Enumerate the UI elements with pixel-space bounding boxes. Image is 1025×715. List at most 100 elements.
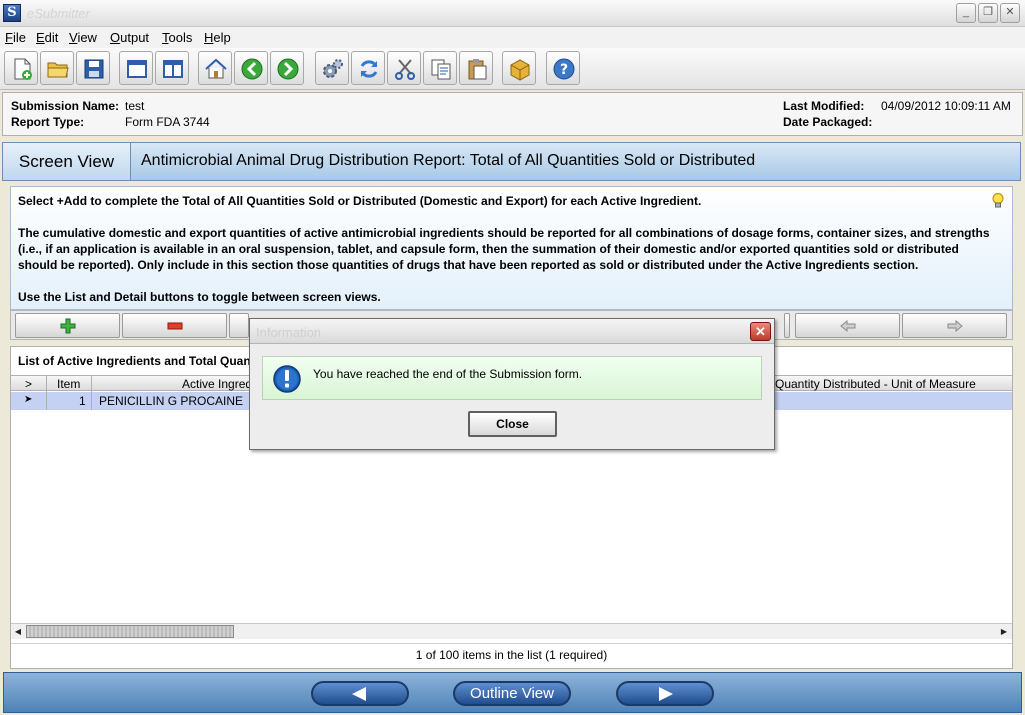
paste-icon [468,59,487,80]
submission-name-label: Submission Name: [11,99,120,113]
row-active-ingredient: PENICILLIN G PROCAINE [99,394,244,408]
open-folder-button[interactable] [40,51,74,85]
home-button[interactable] [198,51,232,85]
plus-icon [60,318,75,333]
instructions-panel: Select +Add to complete the Total of All… [10,186,1013,310]
lightbulb-icon[interactable] [992,193,1004,209]
next-screen-button[interactable] [616,681,714,706]
window-titlebar: S eSubmitter _ ❐ ✕ [0,0,1025,27]
dialog-titlebar: Information ✕ [250,319,774,344]
column-item[interactable]: Item [57,377,80,391]
scrollbar-thumb[interactable] [26,625,234,638]
report-type-value: Form FDA 3744 [125,115,210,129]
bottom-navigation: Outline View [3,672,1022,713]
forward-button[interactable] [270,51,304,85]
dialog-title: Information [256,325,322,340]
column-active-ingredient[interactable]: Active Ingred [182,377,252,391]
menu-help[interactable]: Help [204,30,231,45]
last-modified-value: 04/09/2012 10:09:11 AM [881,99,1011,113]
split-view-button[interactable] [155,51,189,85]
back-button[interactable] [234,51,268,85]
new-document-button[interactable] [4,51,38,85]
help-icon: ? [553,58,575,80]
dialog-close-x-button[interactable]: ✕ [750,322,771,341]
save-icon [84,59,104,79]
back-arrow-icon [241,58,263,80]
information-dialog: Information ✕ You have reached the end o… [249,318,775,450]
app-logo-icon: S [3,4,21,22]
column-divider [46,376,47,392]
add-button[interactable] [15,313,120,338]
report-type-label: Report Type: [11,115,85,129]
previous-item-button[interactable] [795,313,900,338]
menu-edit[interactable]: Edit [36,30,58,45]
menu-tools[interactable]: Tools [162,30,192,45]
back-arrow-icon [352,687,366,701]
submission-header: Submission Name: test Report Type: Form … [2,92,1023,136]
settings-button[interactable] [315,51,349,85]
right-arrow-icon [947,319,963,332]
window-icon [127,60,147,78]
menu-file[interactable]: File [5,30,26,45]
previous-screen-button[interactable] [311,681,409,706]
left-arrow-icon [839,319,855,332]
svg-text:?: ? [560,62,568,78]
dialog-close-button[interactable]: Close [468,411,557,437]
last-modified-label: Last Modified: [783,99,865,113]
menu-view[interactable]: View [69,30,97,45]
cut-icon [395,59,415,80]
open-folder-icon [47,62,69,78]
window-button[interactable] [119,51,153,85]
window-close-button[interactable]: ✕ [1000,3,1020,23]
submission-name-value: test [125,99,145,113]
menu-output[interactable]: Output [110,30,149,45]
column-divider [91,376,92,392]
row-item-number: 1 [79,394,86,408]
screen-header: Screen View Antimicrobial Animal Drug Di… [2,142,1021,181]
detail-view-button[interactable] [784,313,790,338]
column-divider [91,392,92,410]
refresh-button[interactable] [351,51,385,85]
copy-button[interactable] [423,51,457,85]
dialog-message-box: You have reached the end of the Submissi… [262,356,762,400]
window-title: eSubmitter [27,6,90,21]
list-title: List of Active Ingredients and Total Qua… [18,354,255,368]
menu-bar: File Edit View Output Tools Help [0,27,1025,48]
dialog-message: You have reached the end of the Submissi… [313,367,583,381]
horizontal-scrollbar[interactable]: ◀ ▶ [11,623,1012,639]
row-selected-marker: ➤ [24,394,33,405]
minus-icon [167,322,182,329]
scroll-right-icon[interactable]: ▶ [997,625,1011,639]
copy-icon [431,59,451,80]
minimize-button[interactable]: _ [956,3,976,23]
outline-view-button[interactable]: Outline View [453,681,571,706]
restore-button[interactable]: ❐ [978,3,998,23]
list-view-button[interactable] [229,313,249,338]
info-icon [273,365,301,393]
forward-arrow-icon [277,58,299,80]
package-button[interactable] [502,51,536,85]
refresh-icon [360,60,378,78]
new-document-icon [14,58,32,80]
split-view-icon [163,60,183,78]
column-divider [46,392,47,410]
list-status: 1 of 100 items in the list (1 required) [11,643,1012,668]
instruction-paragraph: The cumulative domestic and export quant… [18,226,990,272]
date-packaged-label: Date Packaged: [783,115,873,129]
instruction-toggle-note: Use the List and Detail buttons to toggl… [18,290,381,304]
column-unit-of-measure[interactable]: Quantity Distributed - Unit of Measure [775,377,976,391]
cut-button[interactable] [387,51,421,85]
next-item-button[interactable] [902,313,1007,338]
help-button[interactable]: ? [546,51,580,85]
settings-gears-icon [323,59,343,78]
page-title: Antimicrobial Animal Drug Distribution R… [141,152,756,169]
package-icon [510,59,530,81]
scroll-left-icon[interactable]: ◀ [11,625,25,639]
paste-button[interactable] [459,51,493,85]
toolbar: ? [0,48,1025,90]
screen-view-label: Screen View [3,143,131,180]
home-icon [205,58,227,79]
column-marker[interactable]: > [25,377,32,391]
remove-button[interactable] [122,313,227,338]
save-button[interactable] [76,51,110,85]
